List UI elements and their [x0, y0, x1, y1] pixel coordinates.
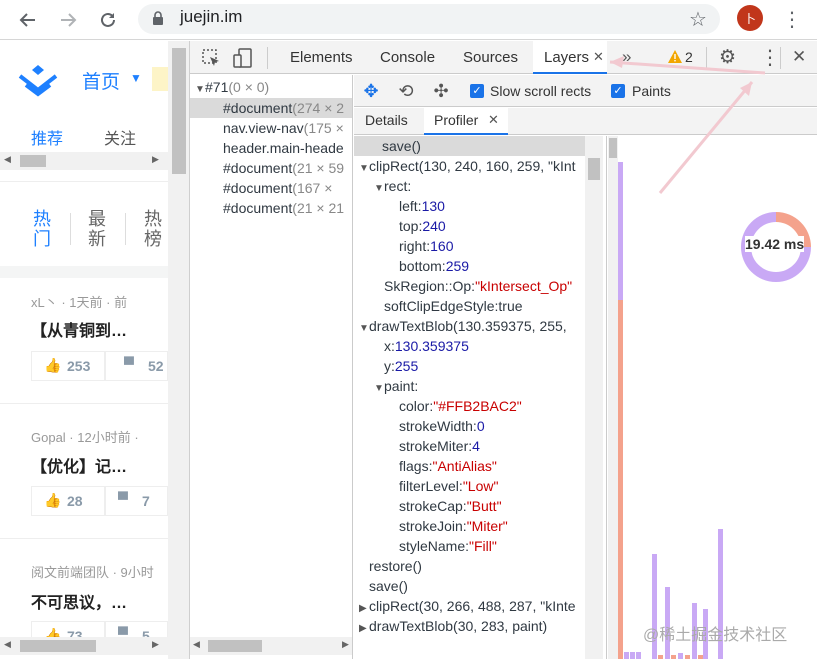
watermark: @稀土掘金技术社区: [643, 627, 788, 644]
annotation-arrows: [609, 56, 766, 194]
